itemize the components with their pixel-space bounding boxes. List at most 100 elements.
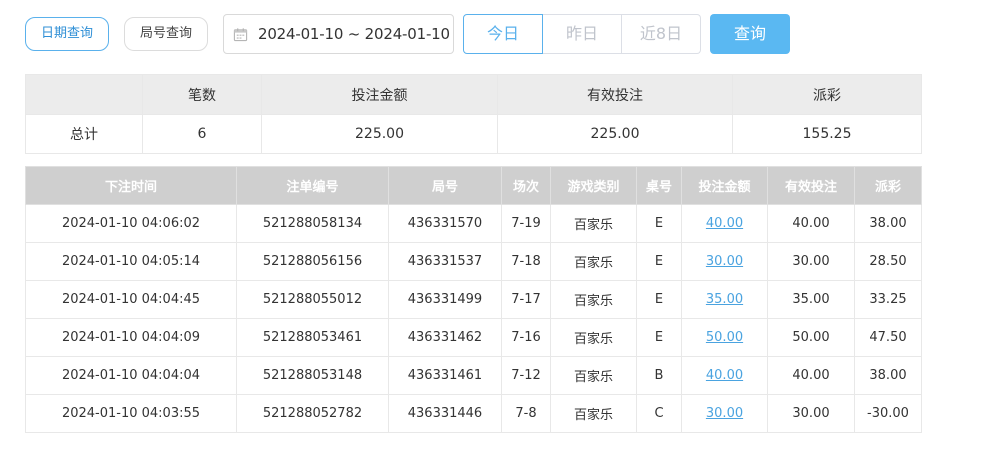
cell-round-id: 436331570: [388, 204, 502, 243]
last-8-days-button[interactable]: 近8日: [622, 14, 701, 54]
date-range-value: 2024-01-10 ~ 2024-01-10: [258, 25, 450, 43]
header-session: 场次: [501, 166, 551, 205]
cell-bet-amount: 50.00: [681, 318, 768, 357]
header-round-id: 局号: [388, 166, 502, 205]
header-valid-bet: 有效投注: [767, 166, 855, 205]
date-query-tab[interactable]: 日期查询: [25, 17, 109, 51]
table-row: 2024-01-10 04:06:02 521288058134 4363315…: [25, 204, 922, 243]
summary-header-label: [25, 74, 143, 115]
cell-order-id: 521288055012: [236, 280, 389, 319]
cell-bet-time: 2024-01-10 04:04:45: [25, 280, 237, 319]
cell-valid-bet: 40.00: [767, 204, 855, 243]
cell-table-no: E: [636, 204, 682, 243]
header-table-no: 桌号: [636, 166, 682, 205]
cell-game-type: 百家乐: [550, 356, 637, 395]
summary-bet-amount: 225.00: [261, 114, 498, 154]
cell-order-id: 521288053461: [236, 318, 389, 357]
cell-table-no: E: [636, 280, 682, 319]
table-row: 2024-01-10 04:04:09 521288053461 4363314…: [25, 318, 922, 357]
calendar-icon: [233, 27, 248, 41]
cell-valid-bet: 30.00: [767, 394, 855, 433]
round-query-tab[interactable]: 局号查询: [124, 17, 208, 51]
cell-bet-amount: 30.00: [681, 242, 768, 281]
records-header-row: 下注时间 注单编号 局号 场次 游戏类别 桌号 投注金额 有效投注 派彩: [25, 166, 922, 205]
filter-toolbar: 日期查询 局号查询 2024-01-10 ~ 2024-01-10 今日 昨日 …: [25, 14, 795, 54]
bet-amount-link[interactable]: 40.00: [706, 368, 743, 383]
cell-session: 7-17: [501, 280, 551, 319]
bet-records-table: 下注时间 注单编号 局号 场次 游戏类别 桌号 投注金额 有效投注 派彩 202…: [25, 166, 922, 433]
cell-round-id: 436331537: [388, 242, 502, 281]
cell-order-id: 521288053148: [236, 356, 389, 395]
cell-table-no: E: [636, 242, 682, 281]
bet-amount-link[interactable]: 35.00: [706, 292, 743, 307]
summary-payout: 155.25: [732, 114, 922, 154]
cell-valid-bet: 35.00: [767, 280, 855, 319]
summary-header-count: 笔数: [142, 74, 262, 115]
cell-session: 7-8: [501, 394, 551, 433]
yesterday-button[interactable]: 昨日: [543, 14, 622, 54]
header-bet-amount: 投注金额: [681, 166, 768, 205]
cell-valid-bet: 40.00: [767, 356, 855, 395]
cell-payout: 38.00: [854, 204, 922, 243]
cell-game-type: 百家乐: [550, 204, 637, 243]
header-bet-time: 下注时间: [25, 166, 237, 205]
date-range-picker[interactable]: 2024-01-10 ~ 2024-01-10: [223, 14, 454, 54]
cell-bet-amount: 35.00: [681, 280, 768, 319]
cell-round-id: 436331461: [388, 356, 502, 395]
summary-total-label: 总计: [25, 114, 143, 154]
table-row: 2024-01-10 04:03:55 521288052782 4363314…: [25, 394, 922, 433]
cell-bet-time: 2024-01-10 04:05:14: [25, 242, 237, 281]
cell-order-id: 521288056156: [236, 242, 389, 281]
summary-count: 6: [142, 114, 262, 154]
summary-header-row: 笔数 投注金额 有效投注 派彩: [25, 74, 922, 115]
cell-round-id: 436331462: [388, 318, 502, 357]
cell-session: 7-19: [501, 204, 551, 243]
header-game-type: 游戏类别: [550, 166, 637, 205]
cell-bet-time: 2024-01-10 04:06:02: [25, 204, 237, 243]
table-row: 2024-01-10 04:05:14 521288056156 4363315…: [25, 242, 922, 281]
cell-order-id: 521288058134: [236, 204, 389, 243]
summary-header-valid-bet: 有效投注: [497, 74, 733, 115]
cell-valid-bet: 50.00: [767, 318, 855, 357]
header-payout: 派彩: [854, 166, 922, 205]
query-button[interactable]: 查询: [710, 14, 790, 54]
cell-table-no: B: [636, 356, 682, 395]
cell-bet-amount: 40.00: [681, 356, 768, 395]
cell-order-id: 521288052782: [236, 394, 389, 433]
cell-table-no: E: [636, 318, 682, 357]
cell-bet-amount: 40.00: [681, 204, 768, 243]
today-button[interactable]: 今日: [463, 14, 543, 54]
bet-amount-link[interactable]: 40.00: [706, 216, 743, 231]
bet-amount-link[interactable]: 50.00: [706, 330, 743, 345]
cell-game-type: 百家乐: [550, 242, 637, 281]
cell-payout: 28.50: [854, 242, 922, 281]
cell-payout: -30.00: [854, 394, 922, 433]
cell-round-id: 436331446: [388, 394, 502, 433]
cell-game-type: 百家乐: [550, 394, 637, 433]
cell-bet-time: 2024-01-10 04:04:09: [25, 318, 237, 357]
cell-bet-time: 2024-01-10 04:04:04: [25, 356, 237, 395]
summary-header-payout: 派彩: [732, 74, 922, 115]
cell-game-type: 百家乐: [550, 280, 637, 319]
header-order-id: 注单编号: [236, 166, 389, 205]
cell-game-type: 百家乐: [550, 318, 637, 357]
cell-valid-bet: 30.00: [767, 242, 855, 281]
cell-session: 7-12: [501, 356, 551, 395]
cell-bet-time: 2024-01-10 04:03:55: [25, 394, 237, 433]
bet-amount-link[interactable]: 30.00: [706, 406, 743, 421]
table-row: 2024-01-10 04:04:45 521288055012 4363314…: [25, 280, 922, 319]
cell-payout: 38.00: [854, 356, 922, 395]
summary-header-bet-amount: 投注金额: [261, 74, 498, 115]
summary-valid-bet: 225.00: [497, 114, 733, 154]
cell-bet-amount: 30.00: [681, 394, 768, 433]
summary-table: 笔数 投注金额 有效投注 派彩 总计 6 225.00 225.00 155.2…: [25, 74, 922, 154]
cell-table-no: C: [636, 394, 682, 433]
quick-range-group: 今日 昨日 近8日: [463, 14, 701, 54]
cell-session: 7-18: [501, 242, 551, 281]
bet-amount-link[interactable]: 30.00: [706, 254, 743, 269]
cell-round-id: 436331499: [388, 280, 502, 319]
cell-payout: 33.25: [854, 280, 922, 319]
cell-payout: 47.50: [854, 318, 922, 357]
summary-total-row: 总计 6 225.00 225.00 155.25: [25, 114, 922, 154]
table-row: 2024-01-10 04:04:04 521288053148 4363314…: [25, 356, 922, 395]
